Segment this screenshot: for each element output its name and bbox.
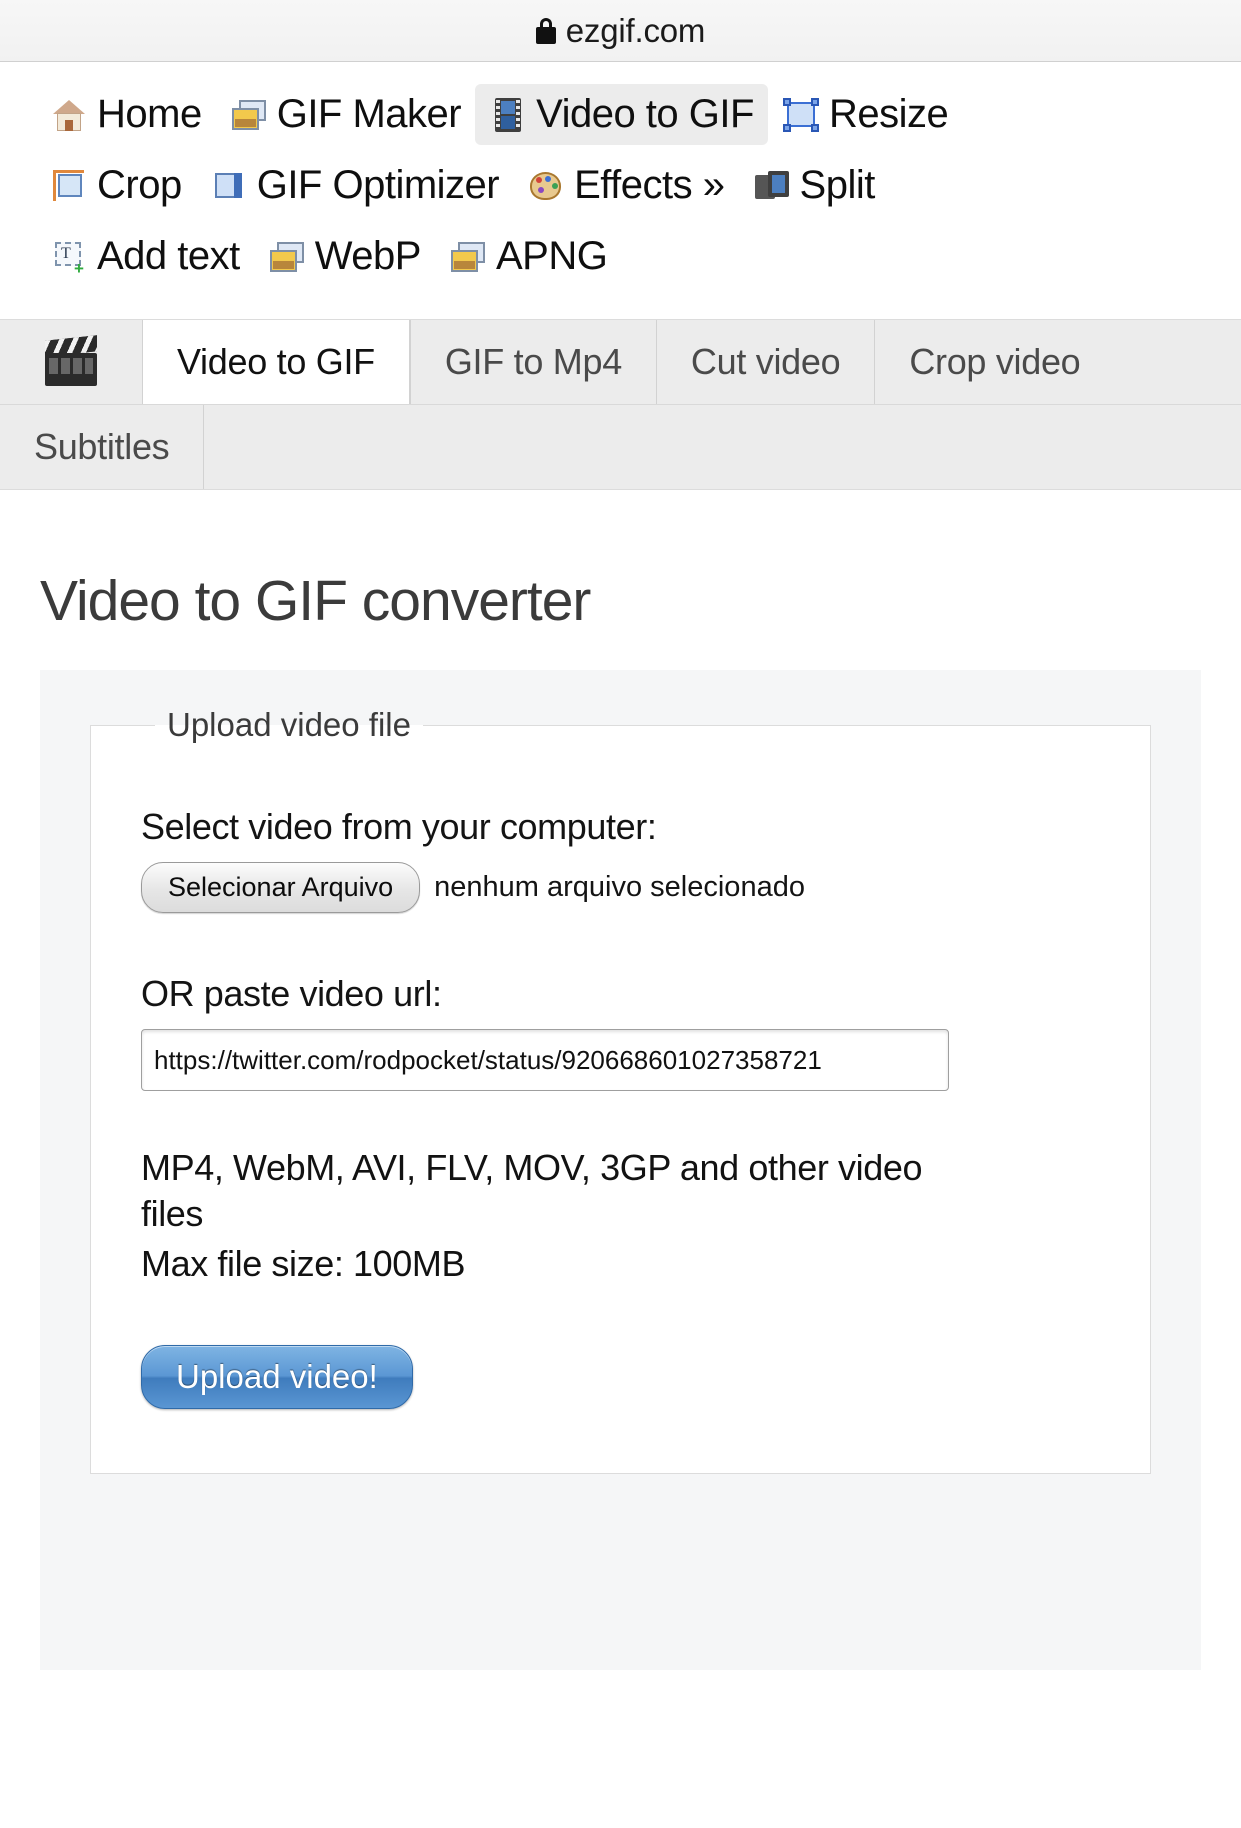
effects-icon: [527, 167, 565, 205]
nav-item-resize[interactable]: Resize: [768, 84, 962, 145]
nav-item-label: Video to GIF: [536, 92, 754, 136]
nav-row-1: Home GIF Maker Video to GIF Resize: [36, 84, 1205, 145]
tab-label: Cut video: [690, 341, 841, 382]
webp-icon: [268, 238, 306, 276]
tab-label: Video to GIF: [177, 341, 375, 382]
nav-item-label: Add text: [97, 234, 240, 278]
gif-maker-icon: [230, 96, 268, 134]
clapperboard-icon: [0, 320, 142, 404]
nav-item-label: Resize: [828, 92, 949, 136]
tab-label: Subtitles: [34, 426, 170, 467]
nav-item-label: GIF Optimizer: [256, 163, 500, 207]
crop-icon: [50, 167, 88, 205]
file-status-text: nenhum arquivo selecionado: [434, 871, 805, 903]
home-icon: [50, 96, 88, 134]
url-display[interactable]: ezgif.com: [535, 11, 706, 50]
nav-item-label: GIF Maker: [276, 92, 462, 136]
resize-icon: [782, 96, 820, 134]
nav-item-label: Home: [97, 92, 202, 136]
top-navigation: Home GIF Maker Video to GIF Resize Crop …: [0, 62, 1241, 311]
paste-url-label: OR paste video url:: [141, 973, 442, 1014]
tab-subtitles[interactable]: Subtitles: [0, 405, 205, 489]
apng-icon: [449, 238, 487, 276]
upload-video-fieldset: Upload video file Select video from your…: [90, 706, 1151, 1475]
lock-icon: [535, 17, 556, 44]
tab-gif-to-mp4[interactable]: GIF to Mp4: [409, 320, 656, 404]
upload-video-button[interactable]: Upload video!: [141, 1345, 413, 1410]
formats-text: MP4, WebM, AVI, FLV, MOV, 3GP and other …: [141, 1147, 923, 1235]
tab-label: GIF to Mp4: [444, 341, 622, 382]
nav-item-label: WebP: [314, 234, 422, 278]
video-url-input[interactable]: [141, 1029, 949, 1091]
nav-row-2: Crop GIF Optimizer Effects » Split: [36, 155, 1205, 216]
upload-legend: Upload video file: [167, 706, 411, 743]
url-text: ezgif.com: [565, 11, 706, 49]
add-text-icon: T +: [50, 238, 88, 277]
nav-item-webp[interactable]: WebP: [254, 226, 435, 287]
nav-item-video-to-gif[interactable]: Video to GIF: [475, 84, 768, 145]
nav-row-3: T + Add text WebP APNG: [36, 226, 1205, 287]
nav-item-label: Crop: [97, 163, 182, 207]
nav-item-home[interactable]: Home: [36, 84, 216, 145]
nav-item-apng[interactable]: APNG: [435, 226, 621, 287]
sub-tab-row-2: Subtitles: [0, 404, 1241, 489]
page-content: Video to GIF converter Upload video file…: [0, 568, 1241, 1670]
split-icon: [753, 167, 791, 205]
supported-formats-hint: MP4, WebM, AVI, FLV, MOV, 3GP and other …: [141, 1145, 961, 1287]
nav-item-split[interactable]: Split: [739, 155, 889, 216]
select-file-button[interactable]: Selecionar Arquivo: [141, 862, 421, 913]
nav-item-gif-optimizer[interactable]: GIF Optimizer: [196, 155, 513, 216]
select-video-label: Select video from your computer:: [141, 806, 657, 847]
nav-item-label: APNG: [495, 234, 608, 278]
nav-item-label: Effects »: [574, 163, 725, 207]
sub-tab-bar: Video to GIF GIF to Mp4 Cut video Crop v…: [0, 319, 1241, 490]
nav-item-label: Split: [799, 163, 876, 207]
tab-crop-video[interactable]: Crop video: [874, 320, 1114, 404]
page-title: Video to GIF converter: [40, 569, 591, 633]
nav-item-crop[interactable]: Crop: [36, 155, 196, 216]
tab-label: Crop video: [909, 341, 1081, 382]
tab-cut-video[interactable]: Cut video: [655, 320, 874, 404]
nav-item-effects[interactable]: Effects »: [513, 155, 738, 216]
nav-item-gif-maker[interactable]: GIF Maker: [216, 84, 475, 145]
gif-optimizer-icon: [210, 167, 248, 205]
video-to-gif-icon: [489, 96, 527, 134]
browser-url-bar[interactable]: ezgif.com: [0, 0, 1241, 62]
file-input-row: Selecionar Arquivo nenhum arquivo seleci…: [141, 862, 1100, 913]
nav-item-add-text[interactable]: T + Add text: [36, 226, 254, 287]
max-size-text: Max file size: 100MB: [141, 1243, 466, 1285]
tab-video-to-gif[interactable]: Video to GIF: [142, 320, 410, 404]
converter-panel: Upload video file Select video from your…: [40, 670, 1201, 1670]
